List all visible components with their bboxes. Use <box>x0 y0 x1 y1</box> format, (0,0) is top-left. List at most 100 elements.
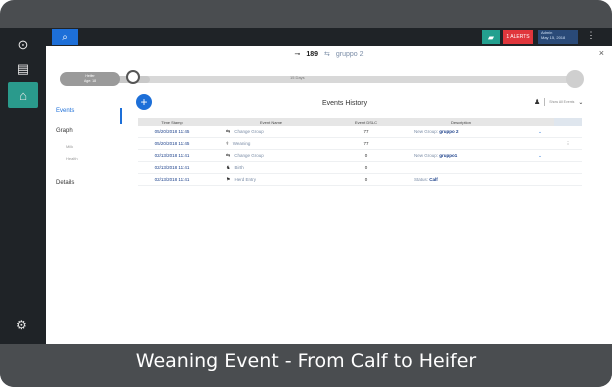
alerts-button[interactable]: 1 ALERTS <box>503 30 533 44</box>
tab-details[interactable]: Details <box>56 180 74 186</box>
row-expand[interactable] <box>526 174 554 185</box>
event-icon: ⚕ <box>226 140 229 147</box>
tab-graph-health[interactable]: Health <box>66 156 78 161</box>
group-icon: ⇆ <box>324 51 330 58</box>
event-icon: ⇆ <box>226 128 231 135</box>
row-event-name: Herd Entry <box>234 177 256 182</box>
row-event-name: Change Group <box>234 129 264 134</box>
row-event: ⚑ Herd Entry <box>206 174 336 185</box>
cow-icon[interactable]: ▰ <box>482 30 500 44</box>
col-event-dslc[interactable]: Event DSLC <box>336 118 396 126</box>
herd-glyph: ⌂ <box>19 87 27 103</box>
timeline-end <box>566 70 584 88</box>
event-icon: ⇆ <box>226 152 231 159</box>
tab-events[interactable]: Events <box>56 108 74 114</box>
tab-graph-milk[interactable]: Milk <box>66 144 73 149</box>
row-dslc: 0 <box>364 165 368 170</box>
row-time: 02/13/2018 11:41 <box>154 177 190 182</box>
row-time: 05/20/2018 11:45 <box>154 141 190 146</box>
timeline-label: 15 Days <box>290 75 305 80</box>
row-expand[interactable]: ⌄ <box>526 150 554 161</box>
col-expand <box>526 118 554 126</box>
animal-header: ⊸ 189 ⇆ gruppo 2 <box>46 46 612 62</box>
events-table: Time Stamp Event Name Event DSLC Descrip… <box>138 118 582 186</box>
row-time: 05/20/2018 11:45 <box>154 129 190 134</box>
filter-select[interactable]: Show All Events <box>549 100 574 104</box>
dashboard-icon[interactable]: ⊙ <box>12 34 34 56</box>
tab-graph[interactable]: Graph <box>56 128 73 134</box>
left-rail: ⊙ ▤ ⌂ <box>0 28 46 344</box>
event-icon: ⚑ <box>226 176 231 183</box>
desc-value: Calf <box>429 177 438 182</box>
desc-value: gruppo1 <box>439 153 458 158</box>
col-description[interactable]: Description <box>396 118 526 126</box>
gear-glyph: ⚙ <box>16 318 27 332</box>
row-menu[interactable] <box>554 150 582 161</box>
close-glyph: × <box>598 48 604 58</box>
row-dslc: 77 <box>363 129 369 134</box>
row-description: New Group: gruppo1 <box>396 150 526 161</box>
event-icon: ♞ <box>226 164 231 171</box>
herd-icon[interactable]: ⌂ <box>8 82 38 108</box>
row-event: ♞ Birth <box>206 162 336 173</box>
gear-icon[interactable]: ⚙ <box>16 318 27 332</box>
table-row[interactable]: 05/20/2018 11:45 ⚕ Weaning 77 ⋮ <box>138 138 582 150</box>
col-event-name[interactable]: Event Name <box>206 118 336 126</box>
kebab-icon[interactable]: ⋮ <box>584 30 598 44</box>
animal-tag: 189 <box>306 50 319 58</box>
row-description: New Group: gruppo 2 <box>396 126 526 137</box>
row-time: 02/13/2018 11:41 <box>154 153 190 158</box>
table-row[interactable]: 02/13/2018 11:41 ⚑ Herd Entry 0 Status: Calf <box>138 174 582 186</box>
row-event-name: Weaning <box>232 141 251 146</box>
table-body: 05/20/2018 11:45 ⇆ Change Group 77 New Group… <box>138 126 582 186</box>
chevron-down-icon[interactable]: ⌄ <box>578 99 583 106</box>
animal-group: gruppo 2 <box>335 50 364 58</box>
row-event: ⚕ Weaning <box>206 138 336 149</box>
close-icon[interactable]: × <box>599 48 604 58</box>
desc-label: New Group: <box>414 153 439 158</box>
row-expand[interactable] <box>526 138 554 149</box>
user-menu[interactable]: Admin May 15, 2018 <box>538 30 578 44</box>
search-icon[interactable]: ⌕ <box>52 29 78 45</box>
row-menu[interactable] <box>554 174 582 185</box>
screenshot-frame: ◐◯ ⌕ ▰ 1 ALERTS Admin May 15, 2018 ⋮ ⊙ ▤… <box>0 0 612 387</box>
table-row[interactable]: 02/13/2018 11:41 ♞ Birth 0 <box>138 162 582 174</box>
row-expand[interactable]: ⌄ <box>526 126 554 137</box>
start-age: Age: 18 <box>83 79 97 83</box>
table-row[interactable]: 02/13/2018 11:41 ⇆ Change Group 0 New Group:… <box>138 150 582 162</box>
table-header: Time Stamp Event Name Event DSLC Descrip… <box>138 118 582 126</box>
row-description <box>396 138 526 149</box>
lifecycle-timeline: 15 Days Heifer Age: 18 <box>52 67 584 91</box>
events-filter: ♟ Show All Events ⌄ <box>534 98 583 106</box>
row-time: 02/13/2018 11:41 <box>154 165 190 170</box>
desc-label: Status: <box>414 177 429 182</box>
events-title: Events History <box>322 100 368 107</box>
top-bar: ◐◯ ⌕ ▰ 1 ALERTS Admin May 15, 2018 ⋮ <box>0 28 612 46</box>
add-glyph: + <box>140 95 148 109</box>
document-glyph: ▤ <box>16 61 30 76</box>
col-time-stamp[interactable]: Time Stamp <box>138 118 206 126</box>
alerts-label: 1 ALERTS <box>506 34 530 40</box>
timeline-marker[interactable] <box>126 70 140 84</box>
row-menu[interactable]: ⋮ <box>554 138 582 149</box>
timeline-start-badge: Heifer Age: 18 <box>60 72 120 86</box>
col-actions <box>554 118 582 126</box>
row-expand[interactable] <box>526 162 554 173</box>
row-dslc: 77 <box>363 141 369 146</box>
document-icon[interactable]: ▤ <box>12 58 34 80</box>
animal-tag-icon: ⊸ <box>294 51 301 58</box>
row-description <box>396 162 526 173</box>
row-menu[interactable] <box>554 126 582 137</box>
desc-value: gruppo 2 <box>439 129 459 134</box>
row-dslc: 0 <box>364 153 368 158</box>
row-menu[interactable] <box>554 162 582 173</box>
add-event-button[interactable]: + <box>136 94 152 110</box>
row-event-name: Change Group <box>234 153 264 158</box>
person-icon[interactable]: ♟ <box>534 98 540 106</box>
user-date: May 15, 2018 <box>541 35 566 40</box>
row-event: ⇆ Change Group <box>206 150 336 161</box>
desc-label: New Group: <box>414 129 439 134</box>
animal-panel: ⊸ 189 ⇆ gruppo 2 × 15 Days Heifer Age: 1… <box>46 46 612 344</box>
table-row[interactable]: 05/20/2018 11:45 ⇆ Change Group 77 New Group… <box>138 126 582 138</box>
row-dslc: 0 <box>364 177 368 182</box>
